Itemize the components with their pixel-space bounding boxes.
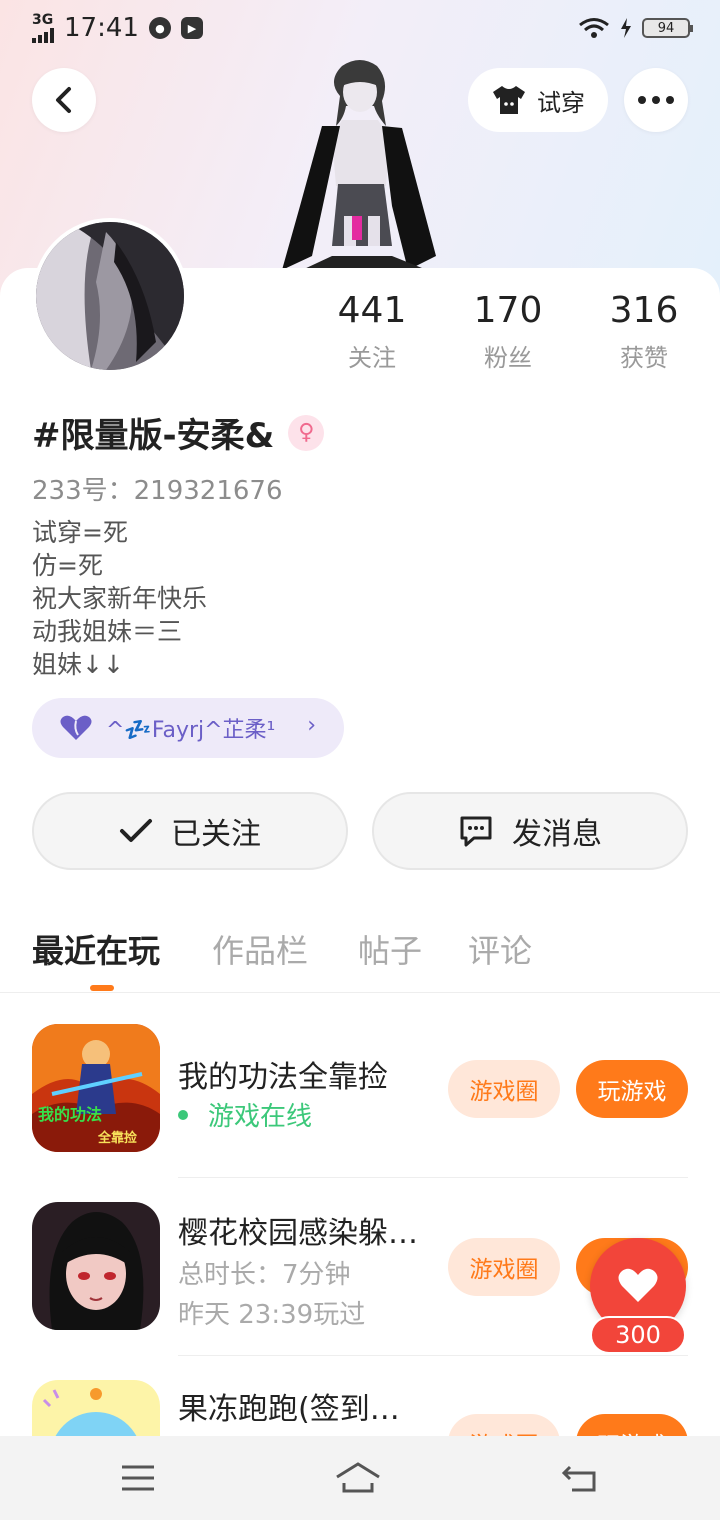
return-icon[interactable] [560,1463,600,1493]
followers-stat[interactable]: 170 粉丝 [448,290,568,373]
followed-label: 已关注 [171,817,261,852]
heart-icon [618,1268,658,1302]
likes-label: 获赞 [620,344,668,372]
game-last-played: 昨天 23:39玩过 [178,1300,366,1330]
tab-comments[interactable]: 评论 [468,926,532,972]
bio-line: 试穿=死 [32,518,128,547]
send-message-button[interactable]: 发消息 [372,792,688,870]
game-circle-button[interactable]: 游戏圈 [448,1414,560,1436]
like-count-badge: 300 [590,1316,686,1354]
wifi-icon [579,18,609,38]
followed-button[interactable]: 已关注 [32,792,348,870]
game-list-item[interactable]: 果冻跑跑(签到… 游戏圈 玩游戏 [0,1356,720,1436]
play-game-button[interactable]: 玩游戏 [576,1060,688,1118]
chevron-right-icon: › [307,713,316,738]
tab-works[interactable]: 作品栏 [212,926,308,972]
bio-line: 仿=死 [32,551,103,580]
game-icon-title: 我的功法 [38,1105,102,1124]
following-label: 关注 [348,344,396,372]
signal-icon [32,27,54,43]
profile-username-row: #限量版-安柔& ♀ [32,408,325,457]
charging-icon [621,18,631,38]
game-online-status: 游戏在线 [178,1096,312,1133]
try-on-label: 试穿 [537,88,585,117]
game-name: 我的功法全靠捡 [178,1060,388,1095]
likes-stat[interactable]: 316 获赞 [584,290,704,373]
game-playtime: 总时长：7分钟 [178,1260,351,1290]
more-icon [638,96,674,104]
more-button[interactable] [624,68,688,132]
online-status-text: 游戏在线 [208,1102,313,1132]
network-type: 3G [32,12,54,28]
active-tab-indicator [90,985,114,991]
profile-avatar[interactable] [32,218,188,374]
game-icon-subtitle: 全靠捡 [97,1130,137,1146]
status-time: 17:41 [64,13,139,43]
game-name: 果冻跑跑(签到… [178,1392,400,1427]
game-circle-button[interactable]: 游戏圈 [448,1060,560,1118]
play-game-button[interactable]: 玩游戏 [576,1414,688,1436]
following-count: 441 [337,290,407,331]
try-on-button[interactable]: 试穿 [468,68,608,132]
avatar-image [36,222,184,370]
bio-line: 姐妹↓↓ [32,650,124,679]
tab-posts[interactable]: 帖子 [358,926,422,972]
game-icon [32,1380,160,1436]
home-icon[interactable] [334,1461,382,1495]
tabs-divider [0,992,720,993]
relationship-tag[interactable]: ^💤Fayrj^芷柔¹ › [32,698,344,758]
followers-count: 170 [473,290,543,331]
user-id: 233号：219321676 [32,476,283,506]
chat-icon [460,816,492,847]
game-icon [32,1202,160,1330]
profile-bio: 试穿=死 仿=死 祝大家新年快乐 动我姐妹＝三 姐妹↓↓ [32,516,207,681]
app-notification-icon: ● [148,17,171,39]
following-stat[interactable]: 441 关注 [312,290,432,373]
followers-label: 粉丝 [484,344,532,372]
menu-icon[interactable] [120,1464,156,1492]
back-button[interactable] [32,68,96,132]
battery-indicator: 94 [642,18,693,38]
system-navigation-bar [0,1436,720,1520]
bio-line: 祝大家新年快乐 [32,584,208,613]
avatar-character-figure [282,60,436,270]
game-icon: 我的功法 全靠捡 [32,1024,160,1152]
username: #限量版-安柔& [32,416,275,456]
bio-line: 动我姐妹＝三 [32,617,183,646]
game-list-item[interactable]: 我的功法 全靠捡 我的功法全靠捡 游戏在线 游戏圈 玩游戏 [0,1000,720,1178]
back-icon [56,87,71,113]
online-dot-icon [178,1109,188,1120]
status-bar: 3G 17:41 ● ▶ 94 [0,0,720,56]
check-icon [120,819,152,842]
likes-count: 316 [609,290,679,331]
game-name: 樱花校园感染躲… [178,1216,418,1251]
relationship-tag-text: ^💤Fayrj^芷柔¹ [106,718,276,743]
female-gender-icon: ♀ [288,414,325,451]
send-message-label: 发消息 [512,817,602,852]
tshirt-icon [493,86,525,114]
heart-icon [60,715,92,740]
video-notification-icon: ▶ [180,17,203,39]
profile-tabs: 最近在玩 作品栏 帖子 评论 [0,926,720,992]
game-circle-button[interactable]: 游戏圈 [448,1238,560,1296]
tab-recently-played[interactable]: 最近在玩 [32,926,160,972]
